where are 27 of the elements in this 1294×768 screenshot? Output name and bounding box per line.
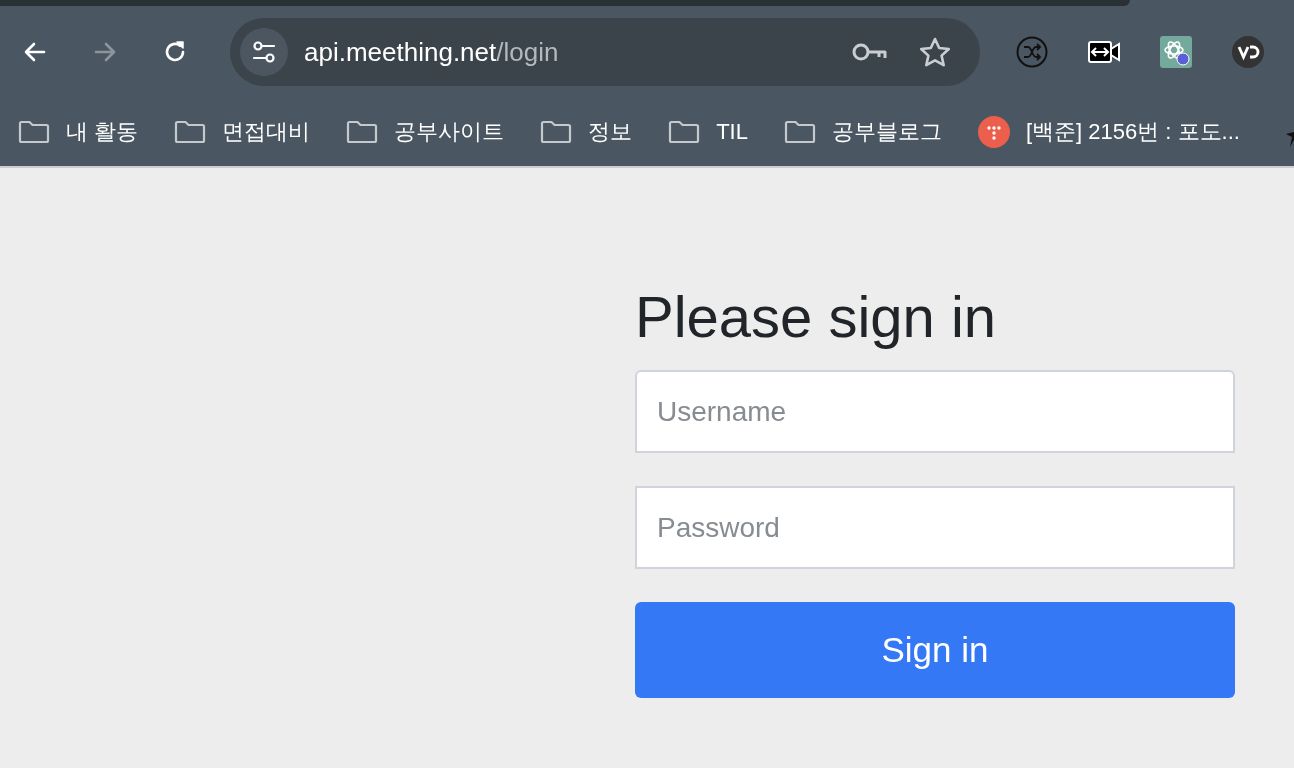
site-settings-icon[interactable] — [240, 28, 288, 76]
shuffle-extension-icon[interactable] — [1016, 36, 1048, 68]
folder-icon — [668, 120, 701, 144]
folder-icon — [540, 120, 573, 144]
site-favicon-icon — [977, 116, 1010, 148]
folder-icon — [346, 120, 379, 144]
folder-icon — [783, 120, 816, 144]
bookmark-folder[interactable]: TIL — [668, 119, 748, 145]
page-heading: Please sign in — [635, 283, 998, 351]
sign-in-button[interactable]: Sign in — [635, 602, 1235, 698]
url-text: api.meething.net/login — [304, 36, 560, 68]
username-field[interactable]: Username — [635, 370, 1235, 453]
vd-extension-icon[interactable] — [1232, 36, 1264, 68]
chatbot-extension-icon[interactable] — [1160, 36, 1192, 68]
bookmark-folder[interactable]: 정보 — [540, 117, 633, 147]
address-bar[interactable]: api.meething.net/login — [230, 18, 980, 86]
bookmark-link[interactable]: [백준] 2156번 : 포도... — [977, 116, 1240, 148]
folder-icon — [174, 120, 207, 144]
bookmark-star-icon[interactable] — [918, 36, 952, 68]
bookmark-folder[interactable]: 내 활동 — [18, 117, 139, 147]
video-camera-extension-icon[interactable] — [1088, 40, 1120, 64]
password-field[interactable]: Password — [635, 486, 1235, 569]
folder-icon — [18, 120, 50, 144]
bookmark-folder[interactable]: 공부블로그 — [783, 117, 942, 147]
bookmark-folder[interactable]: 면접대비 — [174, 117, 311, 147]
key-icon[interactable] — [852, 41, 888, 63]
bookmark-folder[interactable]: 공부사이트 — [346, 117, 505, 147]
